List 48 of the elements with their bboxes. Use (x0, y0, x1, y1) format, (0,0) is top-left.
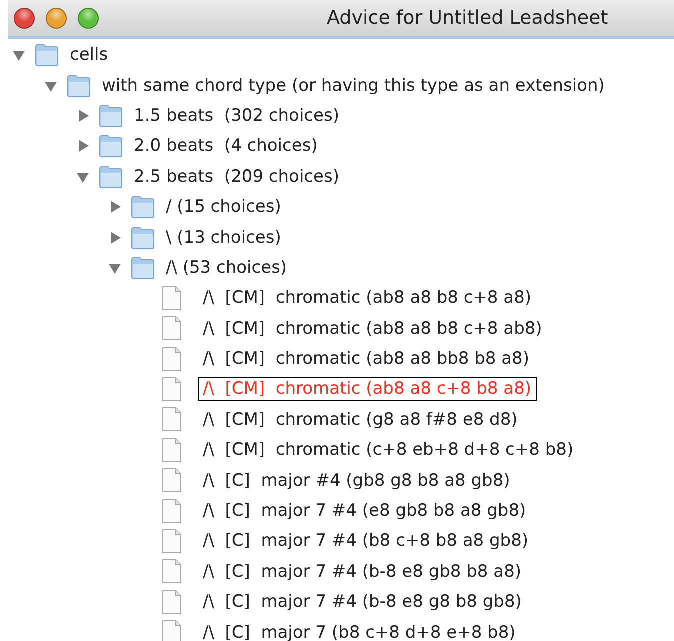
close-button[interactable] (14, 8, 35, 28)
expand-triangle-icon[interactable] (108, 200, 122, 214)
tree-item[interactable]: /\ [CM] chromatic (c+8 eb+8 d+8 c+8 b8) (198, 438, 579, 462)
tree-item[interactable]: /\ [CM] chromatic (ab8 a8 bb8 b8 a8) (198, 347, 535, 372)
folder-label[interactable]: 2.0 beats (4 choices) (129, 134, 323, 158)
tree-item[interactable]: /\ [CM] chromatic (g8 a8 f#8 e8 d8) (198, 408, 523, 432)
document-icon (162, 590, 182, 615)
folder-icon (130, 226, 156, 250)
zoom-button[interactable] (78, 8, 99, 28)
folder-label[interactable]: with same chord type (or having this type as an extension) (97, 74, 610, 98)
folder-icon (98, 104, 124, 128)
document-icon (162, 407, 182, 432)
document-icon (162, 468, 182, 494)
folder-icon (98, 164, 124, 189)
folder-label[interactable]: 1.5 beats (302 choices) (129, 104, 344, 128)
tree-item[interactable]: /\ [C] major 7 #4 (e8 gb8 b8 a8 gb8) (198, 499, 532, 524)
window-title: Advice for Untitled Leadsheet (327, 7, 608, 29)
document-icon (162, 286, 182, 311)
document-icon (162, 559, 182, 584)
tree-item[interactable]: /\ [C] major 7 #4 (b-8 e8 g8 b8 gb8) (198, 590, 527, 614)
document-icon (162, 376, 182, 402)
tree-item[interactable]: /\ [C] major 7 (b8 c+8 d+8 e+8 b8) (198, 620, 521, 641)
document-icon (162, 316, 182, 342)
folder-icon (98, 134, 124, 158)
folder-label[interactable]: \ (13 choices) (161, 226, 286, 250)
tree-item[interactable]: /\ [C] major 7 #4 (b8 c+8 b8 a8 gb8) (198, 529, 534, 554)
expand-triangle-icon[interactable] (108, 230, 122, 245)
tree-item[interactable]: /\ [CM] chromatic (ab8 a8 b8 c+8 ab8) (198, 316, 548, 341)
expand-triangle-icon[interactable] (76, 108, 90, 123)
collapse-triangle-icon[interactable] (12, 48, 26, 62)
folder-label[interactable]: cells (65, 43, 114, 68)
folder-icon (130, 195, 156, 220)
tree-item[interactable]: /\ [C] major #4 (gb8 g8 b8 a8 gb8) (198, 468, 516, 493)
folder-icon (34, 43, 60, 68)
document-icon (162, 528, 182, 554)
folder-label[interactable]: / (15 choices) (161, 195, 286, 220)
folder-label[interactable]: 2.5 beats (209 choices) (129, 164, 344, 189)
document-icon (162, 498, 182, 524)
expand-triangle-icon[interactable] (76, 139, 90, 154)
tree-item[interactable]: /\ [CM] chromatic (ab8 a8 b8 c+8 a8) (198, 286, 537, 310)
tree-item[interactable]: /\ [CM] chromatic (ab8 a8 c+8 b8 a8) (198, 377, 537, 402)
document-icon (162, 346, 182, 372)
minimize-button[interactable] (46, 8, 67, 28)
folder-icon (66, 74, 92, 98)
document-icon (162, 438, 182, 463)
folder-icon (130, 256, 156, 280)
tree-item[interactable]: /\ [C] major 7 #4 (b-8 e8 gb8 b8 a8) (198, 560, 527, 584)
folder-label[interactable]: /\ (53 choices) (161, 256, 292, 280)
